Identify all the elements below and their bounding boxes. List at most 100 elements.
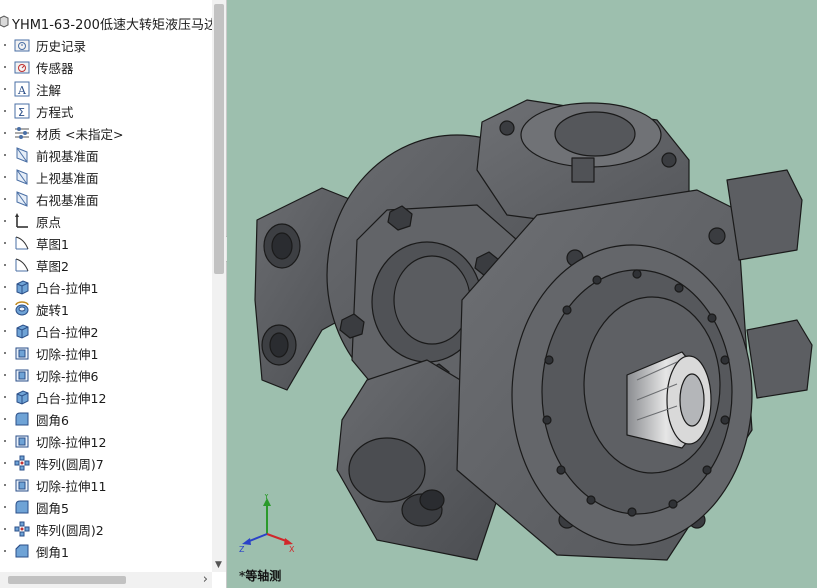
feature-tree-item-label: 传感器: [36, 60, 74, 76]
triad-z-label: Z: [239, 545, 245, 554]
tree-expander-dot: [4, 242, 6, 244]
svg-text:A: A: [17, 84, 27, 97]
feature-tree-item[interactable]: 草图1: [0, 232, 212, 254]
feature-tree-item-label: 注解: [36, 82, 62, 98]
vertical-scroll-thumb[interactable]: [214, 4, 224, 274]
fillet-icon: [13, 498, 31, 516]
feature-tree-item[interactable]: 凸台-拉伸1: [0, 276, 212, 298]
tree-expander-dot: [4, 550, 6, 552]
tree-expander-dot: [4, 462, 6, 464]
tree-expander-dot: [4, 374, 6, 376]
feature-tree-item[interactable]: 凸台-拉伸12: [0, 386, 212, 408]
feature-tree-item-label: 圆角6: [36, 412, 69, 428]
origin-icon: [13, 212, 31, 230]
fillet-icon: [13, 410, 31, 428]
tree-expander-dot: [4, 176, 6, 178]
feature-tree-item-label: 阵列(圆周)7: [36, 456, 104, 472]
feature-tree-item[interactable]: 阵列(圆周)2: [0, 518, 212, 540]
tree-expander-dot: [4, 44, 6, 46]
scroll-right-arrow-icon[interactable]: ›: [203, 572, 208, 587]
feature-manager-tree: YHM1-63-200低速大转矩液压马达 历史记录传感器 A 注解 Σ 方程式材质 <未…: [0, 0, 227, 588]
feature-tree-item-label: 切除-拉伸1: [36, 346, 99, 362]
feature-tree-item[interactable]: 旋转1: [0, 298, 212, 320]
feature-tree-item[interactable]: 前视基准面: [0, 144, 212, 166]
cut-extrude-icon: [13, 432, 31, 450]
tree-expander-dot: [4, 352, 6, 354]
sketch-icon: [13, 256, 31, 274]
horizontal-scroll-thumb[interactable]: [8, 576, 126, 584]
tree-expander-dot: [4, 396, 6, 398]
triad-x-label: X: [289, 545, 295, 554]
feature-list: 历史记录传感器 A 注解 Σ 方程式材质 <未指定> 前视基准面上视基准面右视基准面原点草…: [0, 34, 212, 562]
tree-expander-dot: [4, 220, 6, 222]
circular-pattern-icon: [13, 454, 31, 472]
tree-vertical-scrollbar[interactable]: ▼: [212, 0, 226, 572]
feature-tree-item[interactable]: 圆角5: [0, 496, 212, 518]
tree-expander-dot: [4, 440, 6, 442]
feature-tree-item[interactable]: 切除-拉伸1: [0, 342, 212, 364]
feature-tree-item-label: 草图2: [36, 258, 69, 274]
sketch-icon: [13, 234, 31, 252]
tree-expander-dot: [4, 198, 6, 200]
feature-tree-item[interactable]: 右视基准面: [0, 188, 212, 210]
tree-expander-dot: [4, 88, 6, 90]
tree-expander-dot: [4, 308, 6, 310]
feature-tree-item-label: 切除-拉伸6: [36, 368, 99, 384]
feature-tree-item[interactable]: 阵列(圆周)7: [0, 452, 212, 474]
feature-tree-item-label: 前视基准面: [36, 148, 99, 164]
feature-tree-item-label: 历史记录: [36, 38, 87, 54]
boss-extrude-icon: [13, 322, 31, 340]
feature-tree-item-label: 草图1: [36, 236, 69, 252]
feature-tree-item[interactable]: 圆角6: [0, 408, 212, 430]
feature-tree-item[interactable]: 凸台-拉伸2: [0, 320, 212, 342]
feature-tree-item-label: 切除-拉伸11: [36, 478, 107, 494]
boss-extrude-icon: [13, 388, 31, 406]
hydraulic-motor-model[interactable]: [227, 0, 817, 588]
tree-horizontal-scrollbar[interactable]: ›: [0, 572, 212, 588]
cut-extrude-icon: [13, 366, 31, 384]
tree-expander-dot: [4, 264, 6, 266]
feature-tree-item[interactable]: 倒角1: [0, 540, 212, 562]
feature-tree-item-label: 原点: [36, 214, 62, 230]
graphics-viewport[interactable]: Y X Z *等轴测: [227, 0, 817, 588]
material-icon: [13, 124, 31, 142]
feature-tree-item[interactable]: 原点: [0, 210, 212, 232]
feature-tree-item[interactable]: 切除-拉伸6: [0, 364, 212, 386]
feature-tree-item[interactable]: 材质 <未指定>: [0, 122, 212, 144]
part-icon: [0, 14, 10, 33]
tree-root-node[interactable]: YHM1-63-200低速大转矩液压马达: [0, 12, 217, 34]
svg-text:Σ: Σ: [18, 106, 25, 119]
feature-tree-item[interactable]: 历史记录: [0, 34, 212, 56]
cut-extrude-icon: [13, 476, 31, 494]
feature-tree-item[interactable]: 传感器: [0, 56, 212, 78]
feature-tree-item-label: 倒角1: [36, 544, 69, 560]
tree-expander-dot: [4, 330, 6, 332]
annotations-icon: A: [13, 80, 31, 98]
feature-tree-item-label: 方程式: [36, 104, 74, 120]
feature-tree-item[interactable]: 草图2: [0, 254, 212, 276]
plane-icon: [13, 146, 31, 164]
view-orientation-label: *等轴测: [239, 569, 282, 583]
history-folder-icon: [13, 36, 31, 54]
boss-extrude-icon: [13, 278, 31, 296]
tree-expander-dot: [4, 506, 6, 508]
feature-tree-item[interactable]: 上视基准面: [0, 166, 212, 188]
tree-expander-dot: [4, 132, 6, 134]
chamfer-icon: [13, 542, 31, 560]
feature-tree-item[interactable]: 切除-拉伸11: [0, 474, 212, 496]
feature-tree-item-label: 材质 <未指定>: [36, 126, 124, 142]
tree-expander-dot: [4, 528, 6, 530]
feature-tree-item-label: 旋转1: [36, 302, 69, 318]
part-title: YHM1-63-200低速大转矩液压马达: [12, 17, 217, 33]
plane-icon: [13, 190, 31, 208]
feature-tree-item[interactable]: A 注解: [0, 78, 212, 100]
feature-tree-item-label: 上视基准面: [36, 170, 99, 186]
sensor-folder-icon: [13, 58, 31, 76]
feature-tree-item-label: 凸台-拉伸1: [36, 280, 99, 296]
feature-tree-item[interactable]: 切除-拉伸12: [0, 430, 212, 452]
feature-tree-item[interactable]: Σ 方程式: [0, 100, 212, 122]
tree-expander-dot: [4, 484, 6, 486]
tree-expander-dot: [4, 286, 6, 288]
feature-tree-item-label: 切除-拉伸12: [36, 434, 107, 450]
scroll-down-arrow-icon[interactable]: ▼: [215, 560, 222, 570]
